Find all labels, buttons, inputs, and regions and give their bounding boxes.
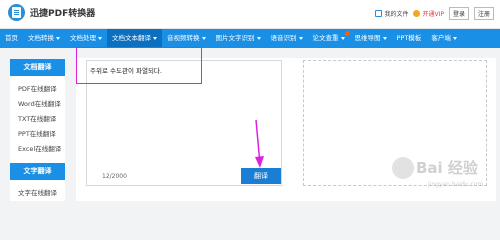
watermark-url: jingyan.baidu.com xyxy=(428,181,484,188)
watermark-title: Bai 经验 xyxy=(416,159,478,177)
baidu-watermark: Bai 经验 jingyan.baidu.com xyxy=(378,155,498,197)
paw-icon xyxy=(392,157,414,179)
